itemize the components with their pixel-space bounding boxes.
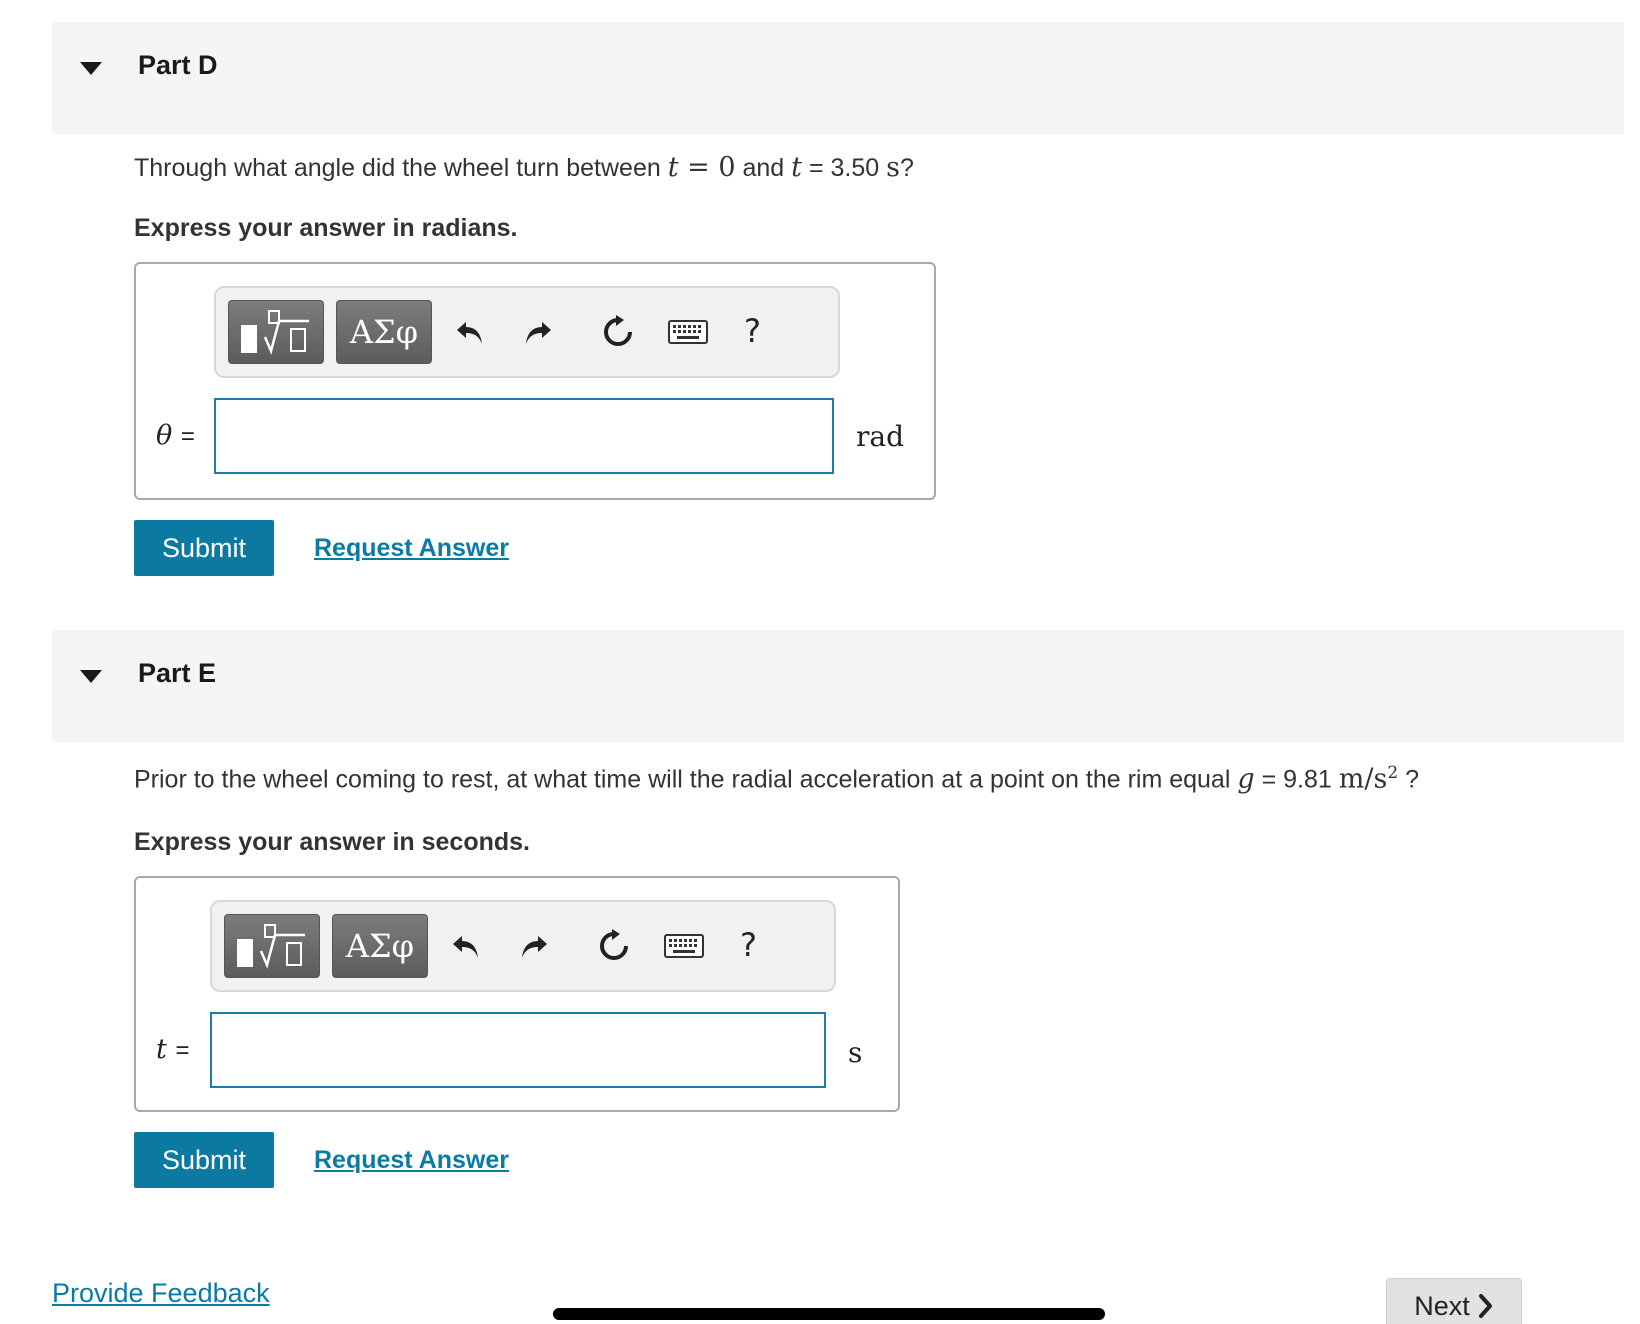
part-e-answer-box: ΑΣφ ? t = s [134, 876, 900, 1112]
part-d-submit-button[interactable]: Submit [134, 520, 274, 576]
templates-button[interactable] [224, 914, 320, 978]
undo-icon[interactable] [448, 310, 492, 354]
part-d-header[interactable]: Part D [52, 22, 1624, 134]
templates-button[interactable] [228, 300, 324, 364]
home-indicator-bar [553, 1308, 1105, 1320]
help-button[interactable]: ? [744, 312, 761, 350]
provide-feedback-link[interactable]: Provide Feedback [52, 1278, 270, 1309]
part-d-answer-input[interactable] [214, 398, 834, 474]
part-e-unit: s [848, 1036, 863, 1069]
keyboard-icon[interactable] [662, 924, 706, 968]
redo-icon[interactable] [512, 924, 556, 968]
help-button[interactable]: ? [740, 926, 757, 964]
collapse-caret-icon[interactable] [80, 62, 102, 75]
part-d-variable-label: θ = [156, 420, 195, 451]
chevron-right-icon [1478, 1294, 1492, 1318]
part-d-unit: rad [856, 420, 905, 453]
part-d-request-answer-link[interactable]: Request Answer [314, 534, 509, 563]
keyboard-icon[interactable] [666, 310, 710, 354]
part-e-title: Part E [138, 658, 217, 688]
part-e-header[interactable]: Part E [52, 630, 1624, 742]
greek-symbols-button[interactable]: ΑΣφ [332, 914, 428, 978]
undo-icon[interactable] [444, 924, 488, 968]
part-e-math-toolbar: ΑΣφ ? [210, 900, 836, 992]
part-e-request-answer-link[interactable]: Request Answer [314, 1146, 509, 1175]
part-e-variable-label: t = [156, 1034, 190, 1065]
next-button[interactable]: Next [1386, 1278, 1522, 1324]
redo-icon[interactable] [516, 310, 560, 354]
part-e-answer-input[interactable] [210, 1012, 826, 1088]
reset-icon[interactable] [596, 310, 640, 354]
collapse-caret-icon[interactable] [80, 670, 102, 683]
next-button-label: Next [1414, 1290, 1470, 1321]
reset-icon[interactable] [592, 924, 636, 968]
templates-icon [241, 310, 309, 355]
part-e-instruction: Express your answer in seconds. [134, 828, 530, 856]
part-d-title: Part D [138, 50, 218, 80]
part-e-question: Prior to the wheel coming to rest, at wh… [134, 763, 1419, 795]
part-e-submit-button[interactable]: Submit [134, 1132, 274, 1188]
greek-symbols-button[interactable]: ΑΣφ [336, 300, 432, 364]
templates-icon [237, 924, 305, 969]
part-d-math-toolbar: ΑΣφ ? [214, 286, 840, 378]
part-d-answer-box: ΑΣφ ? θ = rad [134, 262, 936, 500]
part-d-question: Through what angle did the wheel turn be… [134, 152, 914, 183]
part-d-instruction: Express your answer in radians. [134, 214, 518, 242]
